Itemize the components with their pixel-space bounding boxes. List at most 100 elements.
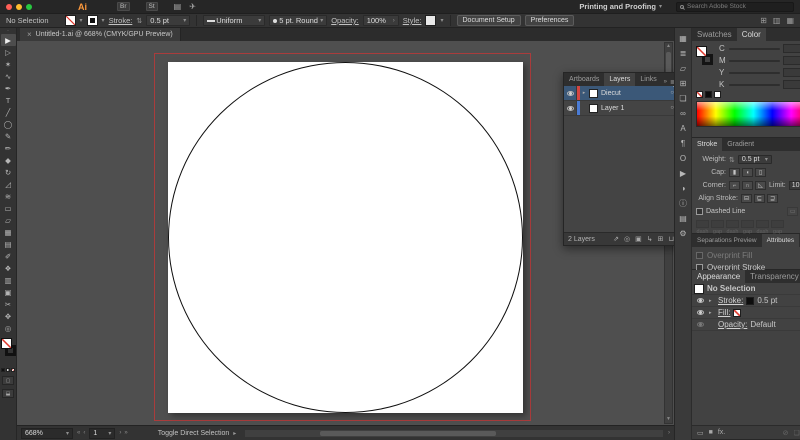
workspace-switcher[interactable]: Printing and Proofing ▾ (579, 2, 662, 11)
graphic-style-swatch[interactable] (425, 15, 437, 26)
slice-tool[interactable]: ✂ (1, 298, 16, 310)
diecut-circle[interactable] (168, 62, 523, 413)
paragraph-styles-panel-icon[interactable]: ¶ (675, 137, 691, 150)
blend-tool[interactable]: ❖ (1, 262, 16, 274)
gradient-mode-button[interactable] (6, 368, 10, 372)
appearance-fill-row[interactable]: ▸ Fill: (692, 307, 800, 319)
tab-layers[interactable]: Layers (604, 73, 636, 86)
pencil-tool[interactable]: ✏ (1, 142, 16, 154)
dashed-line-checkbox[interactable] (696, 208, 703, 215)
stroke-weight-stepper[interactable]: ⇅ (136, 17, 142, 25)
shape-builder-tool[interactable]: ▱ (1, 214, 16, 226)
selection-tool[interactable]: ▶ (0, 34, 16, 46)
channel-slider[interactable] (729, 59, 781, 62)
horizontal-scrollbar[interactable] (244, 428, 664, 438)
weight-dropdown[interactable]: 0.5 pt ▾ (737, 155, 772, 164)
arrange-documents-icon[interactable]: ▦ (786, 16, 794, 25)
visibility-cell[interactable] (564, 101, 577, 115)
zoom-window-button[interactable] (26, 3, 32, 10)
zoom-level-dropdown[interactable]: 668% ▾ (21, 427, 73, 439)
align-stroke-outside-icon[interactable]: ⊒ (767, 194, 778, 203)
visibility-cell[interactable] (694, 322, 706, 327)
style-chevron-icon[interactable]: ▾ (440, 17, 443, 24)
expand-layer-icon[interactable]: ▸ (580, 90, 588, 96)
screen-mode-button[interactable]: ⬓ (2, 389, 14, 398)
info-panel-icon[interactable]: ⓘ (675, 197, 691, 210)
ellipse-tool[interactable]: ◯ (1, 118, 16, 130)
status-popup-icon[interactable]: ▸ (233, 430, 236, 437)
tab-attributes[interactable]: Attributes (761, 234, 800, 247)
corner-miter-icon[interactable]: ⌐ (729, 181, 740, 190)
collapse-panel-icon[interactable]: » (664, 79, 667, 86)
last-artboard-icon[interactable]: » (124, 430, 127, 436)
tab-stroke[interactable]: Stroke (692, 138, 723, 151)
make-clipping-mask-icon[interactable]: ▣ (635, 235, 642, 243)
stroke-weight-field[interactable]: 0.5 pt ▾ (146, 15, 191, 26)
separations-preview-panel-icon[interactable]: ◑ (675, 182, 691, 195)
eyedropper-tool[interactable]: ✐ (1, 250, 16, 262)
dash-input[interactable] (711, 220, 724, 228)
white-swatch[interactable] (714, 91, 721, 98)
visibility-cell[interactable] (694, 310, 706, 315)
tab-transparency[interactable]: Transparency (745, 270, 800, 283)
scroll-down-icon[interactable]: ▼ (665, 416, 672, 423)
fill-swatch[interactable] (64, 15, 76, 26)
dash-input[interactable] (726, 220, 739, 228)
channel-value-field[interactable] (783, 44, 800, 53)
layer-row-layer-1[interactable]: Layer 1 ○ (564, 101, 674, 116)
none-swatch[interactable] (696, 91, 703, 98)
layer-row-diecut[interactable]: ▸ Diecut ○ (564, 86, 674, 101)
layer-name[interactable]: Diecut (601, 90, 621, 97)
stock-search[interactable] (676, 1, 794, 12)
actions-panel-icon[interactable]: ▶ (675, 167, 691, 180)
scale-tool[interactable]: ◿ (1, 178, 16, 190)
dash-input[interactable] (756, 220, 769, 228)
miter-limit-field[interactable]: 10 (788, 181, 800, 190)
overprint-fill-checkbox[interactable] (696, 251, 703, 259)
search-input[interactable] (687, 3, 790, 10)
scroll-right-icon[interactable]: › (668, 430, 670, 436)
expand-icon[interactable]: ▸ (709, 310, 715, 316)
transform-panel-icon[interactable]: ▱ (675, 62, 691, 75)
tab-appearance[interactable]: Appearance (692, 270, 746, 283)
black-swatch[interactable] (705, 91, 712, 98)
horizontal-scroll-thumb[interactable] (320, 430, 496, 436)
type-tool[interactable]: T (1, 94, 16, 106)
status-display[interactable]: Toggle Direct Selection (158, 430, 230, 437)
opacity-panel-link[interactable]: Opacity: (331, 16, 359, 25)
style-panel-link[interactable]: Style: (403, 16, 422, 25)
canvas[interactable]: ▲ ▼ Artboards Layers Links » ≣ ▸ Diecut … (17, 41, 674, 425)
next-artboard-icon[interactable]: › (119, 430, 121, 436)
tab-swatches[interactable]: Swatches (692, 28, 737, 41)
align-stroke-center-icon[interactable]: ⊟ (741, 194, 752, 203)
variable-width-profile-dropdown[interactable]: Uniform ▾ (203, 15, 266, 26)
cap-projecting-icon[interactable]: ▯ (755, 168, 766, 177)
opacity-field[interactable]: 100% › (362, 15, 399, 26)
layout-icon[interactable]: ▤ (174, 2, 182, 11)
direct-selection-tool[interactable]: ▷ (1, 46, 16, 58)
tab-gradient[interactable]: Gradient (722, 138, 759, 151)
magic-wand-tool[interactable]: ✶ (1, 58, 16, 70)
new-layer-icon[interactable]: ⊞ (658, 235, 664, 243)
fullscreen-icon[interactable]: ⊞ (760, 16, 767, 25)
weight-stepper[interactable]: ⇅ (729, 156, 735, 164)
appearance-stroke-row[interactable]: ▸ Stroke: 0.5 pt (692, 295, 800, 307)
stroke-attr-label[interactable]: Stroke: (718, 296, 743, 305)
zoom-tool[interactable]: ◎ (1, 322, 16, 334)
cap-butt-icon[interactable]: ▮ (729, 168, 740, 177)
artboard[interactable] (168, 62, 523, 413)
bridge-button[interactable]: Br (117, 2, 130, 11)
close-window-button[interactable] (6, 3, 12, 10)
panel-menu-icon[interactable]: ≣ (670, 79, 674, 86)
channel-slider[interactable] (729, 47, 781, 50)
brush-definition-dropdown[interactable]: 5 pt. Round ▾ (269, 15, 328, 26)
opentype-panel-icon[interactable]: O (675, 152, 691, 165)
tab-artboards[interactable]: Artboards (564, 73, 604, 86)
layers-panel-icon[interactable]: ❏ (675, 92, 691, 105)
close-tab-icon[interactable]: × (27, 30, 32, 39)
align-panel-icon[interactable]: ≣ (675, 47, 691, 60)
mesh-tool[interactable]: ▦ (1, 226, 16, 238)
color-mode-button[interactable] (1, 368, 5, 372)
document-info-panel-icon[interactable]: ▤ (675, 212, 691, 225)
appearance-opacity-row[interactable]: Opacity: Default (692, 319, 800, 331)
